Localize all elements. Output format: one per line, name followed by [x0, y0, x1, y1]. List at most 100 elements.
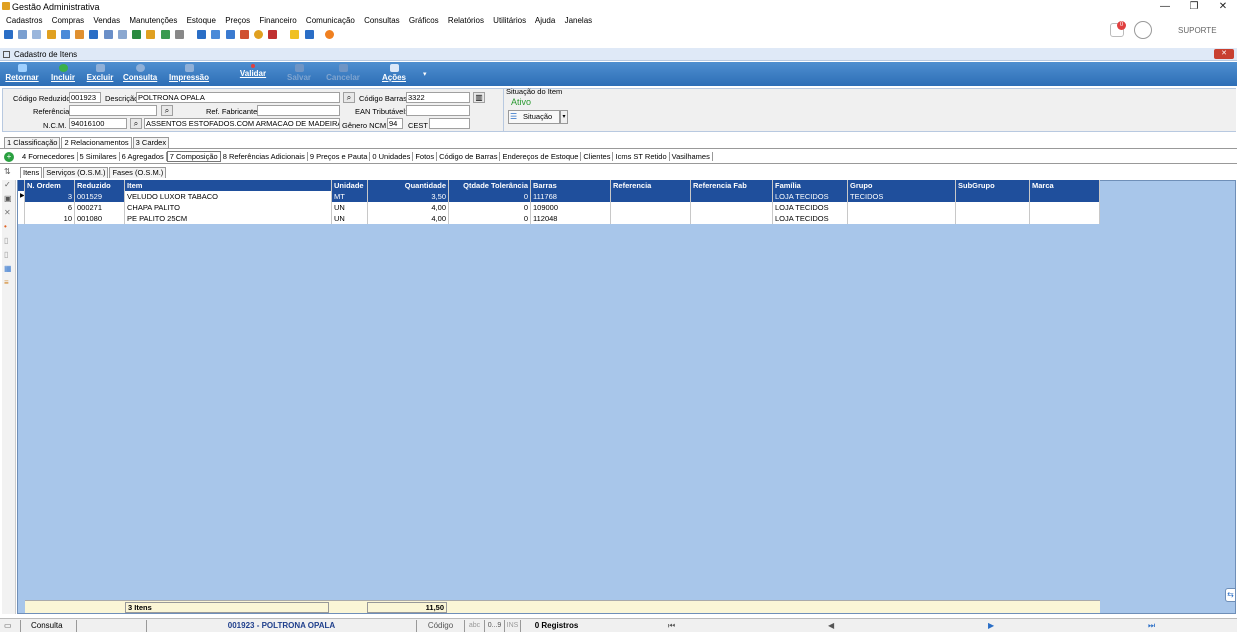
export-icon[interactable]: ▦ — [4, 264, 12, 273]
menu-cadastros[interactable]: Cadastros — [6, 16, 42, 25]
table-icon[interactable] — [197, 30, 207, 40]
col-referencia-fab[interactable]: Referencia Fab — [691, 180, 773, 191]
col-unidade[interactable]: Unidade — [332, 180, 368, 191]
cell-unidade[interactable]: UN — [332, 213, 368, 224]
descricao-field[interactable]: POLTRONA OPALA — [136, 92, 340, 103]
cell-subgrupo[interactable] — [956, 213, 1030, 224]
side-panel-toggle-icon[interactable]: ⇆ — [1225, 588, 1236, 602]
tab-similares[interactable]: 5 Similares — [77, 152, 120, 161]
referencia-field[interactable] — [69, 105, 157, 116]
table-row[interactable]: 10 001080 PE PALITO 25CM UN 4,00 0 11204… — [18, 213, 1100, 224]
copy-icon[interactable]: ▯ — [4, 236, 12, 245]
user-icon[interactable] — [89, 30, 99, 40]
cell-familia[interactable]: LOJA TECIDOS — [773, 213, 848, 224]
tab-cardex[interactable]: 3 Cardex — [132, 137, 170, 148]
minimize-button[interactable]: — — [1158, 1, 1172, 12]
close-button[interactable]: ✕ — [1216, 1, 1230, 12]
cell-tolerancia[interactable]: 0 — [449, 202, 531, 213]
cell-item[interactable]: VELUDO LUXOR TABACO — [125, 191, 332, 202]
impressao-button[interactable]: Impressão — [168, 64, 210, 82]
col-barras[interactable]: Barras — [531, 180, 611, 191]
cell-quantidade[interactable]: 4,00 — [368, 213, 449, 224]
tab-composicao[interactable]: 7 Composição — [166, 151, 221, 162]
cancelar-button[interactable]: Cancelar — [326, 64, 360, 82]
retornar-button[interactable]: Retornar — [5, 64, 39, 82]
cell-familia[interactable]: LOJA TECIDOS — [773, 202, 848, 213]
chart-icon[interactable] — [239, 30, 249, 40]
restore-button[interactable]: ❐ — [1187, 1, 1201, 12]
cell-ordem[interactable]: 3 — [25, 191, 75, 202]
cell-referencia-fab[interactable] — [691, 213, 773, 224]
codigo-barras-field[interactable]: 3322 — [406, 92, 470, 103]
package-icon[interactable] — [75, 30, 85, 40]
tab-precos-pauta[interactable]: 9 Preços e Pauta — [307, 152, 371, 161]
calendar-icon[interactable] — [225, 30, 235, 40]
menu-compras[interactable]: Compras — [52, 16, 84, 25]
cell-quantidade[interactable]: 4,00 — [368, 202, 449, 213]
consulta-button[interactable]: Consulta — [123, 64, 157, 82]
cell-subgrupo[interactable] — [956, 202, 1030, 213]
cell-reduzido[interactable]: 001080 — [75, 213, 125, 224]
tab-fotos[interactable]: Fotos — [413, 152, 438, 161]
clock-icon[interactable] — [253, 30, 263, 40]
check-icon[interactable]: ✓ — [4, 180, 12, 189]
tab-fases[interactable]: Fases (O.S.M.) — [109, 167, 167, 178]
list-icon[interactable] — [117, 30, 127, 40]
col-referencia[interactable]: Referencia — [611, 180, 691, 191]
tab-vasilhames[interactable]: Vasilhames — [669, 152, 713, 161]
cell-marca[interactable] — [1030, 202, 1100, 213]
incluir-button[interactable]: Incluir — [50, 64, 76, 82]
menu-comunicacao[interactable]: Comunicação — [306, 16, 355, 25]
col-familia[interactable]: Família — [773, 180, 848, 191]
sort-numeric-icon[interactable]: ≡ — [4, 278, 12, 287]
acoes-button[interactable]: Ações — [381, 64, 407, 82]
menu-estoque[interactable]: Estoque — [187, 16, 216, 25]
cell-reduzido[interactable]: 001529 — [75, 191, 125, 202]
cell-marca[interactable] — [1030, 213, 1100, 224]
add-icon[interactable]: + — [4, 152, 14, 162]
cell-barras[interactable]: 112048 — [531, 213, 611, 224]
col-qtdade-tolerancia[interactable]: Qtdade Tolerância — [449, 180, 531, 191]
cell-ordem[interactable]: 6 — [25, 202, 75, 213]
document-icon[interactable]: ▯ — [4, 250, 12, 259]
tab-icms-st[interactable]: Icms ST Retido — [613, 152, 670, 161]
ref-fabricante-field[interactable] — [257, 105, 340, 116]
cell-barras[interactable]: 109000 — [531, 202, 611, 213]
next-record-icon[interactable]: ▶ — [988, 620, 994, 632]
col-marca[interactable]: Marca — [1030, 180, 1100, 191]
new-item-icon[interactable]: • — [4, 222, 12, 231]
cart-icon[interactable] — [60, 30, 70, 40]
last-record-icon[interactable]: ⏭ — [1148, 620, 1155, 632]
cell-barras[interactable]: 111768 — [531, 191, 611, 202]
ribbon-dropdown-icon[interactable]: ▾ — [423, 70, 427, 78]
cart-green-icon[interactable] — [132, 30, 142, 40]
col-subgrupo[interactable]: SubGrupo — [956, 180, 1030, 191]
document-icon[interactable] — [32, 30, 42, 40]
search-referencia-button[interactable]: ⌕ — [161, 105, 173, 116]
menu-manutencoes[interactable]: Manutenções — [129, 16, 177, 25]
cell-ordem[interactable]: 10 — [25, 213, 75, 224]
search-ncm-button[interactable]: ⌕ — [130, 118, 142, 129]
codigo-reduzido-field[interactable]: 001923 — [69, 92, 101, 103]
menu-janelas[interactable]: Janelas — [565, 16, 593, 25]
menu-vendas[interactable]: Vendas — [93, 16, 120, 25]
col-item[interactable]: Item — [125, 180, 332, 191]
cell-unidade[interactable]: UN — [332, 202, 368, 213]
cell-referencia-fab[interactable] — [691, 191, 773, 202]
cell-referencia[interactable] — [611, 202, 691, 213]
ncm-field[interactable]: 94016100 — [69, 118, 127, 129]
cell-unidade[interactable]: MT — [332, 191, 368, 202]
prev-record-icon[interactable]: ◀ — [828, 620, 834, 632]
search-descricao-button[interactable]: ⌕ — [343, 92, 355, 103]
cell-marca[interactable] — [1030, 191, 1100, 202]
cell-grupo[interactable] — [848, 202, 956, 213]
barcode-icon[interactable]: ▥ — [473, 92, 485, 103]
col-quantidade[interactable]: Quantidade — [368, 180, 449, 191]
sort-icon[interactable]: ⇅ — [4, 167, 11, 176]
cell-referencia-fab[interactable] — [691, 202, 773, 213]
folder-icon[interactable] — [4, 30, 13, 40]
grid-icon[interactable] — [211, 30, 221, 40]
window-icon[interactable] — [304, 30, 314, 40]
tab-referencias-adicionais[interactable]: 8 Referências Adicionais — [220, 152, 308, 161]
salvar-button[interactable]: Salvar — [286, 64, 312, 82]
